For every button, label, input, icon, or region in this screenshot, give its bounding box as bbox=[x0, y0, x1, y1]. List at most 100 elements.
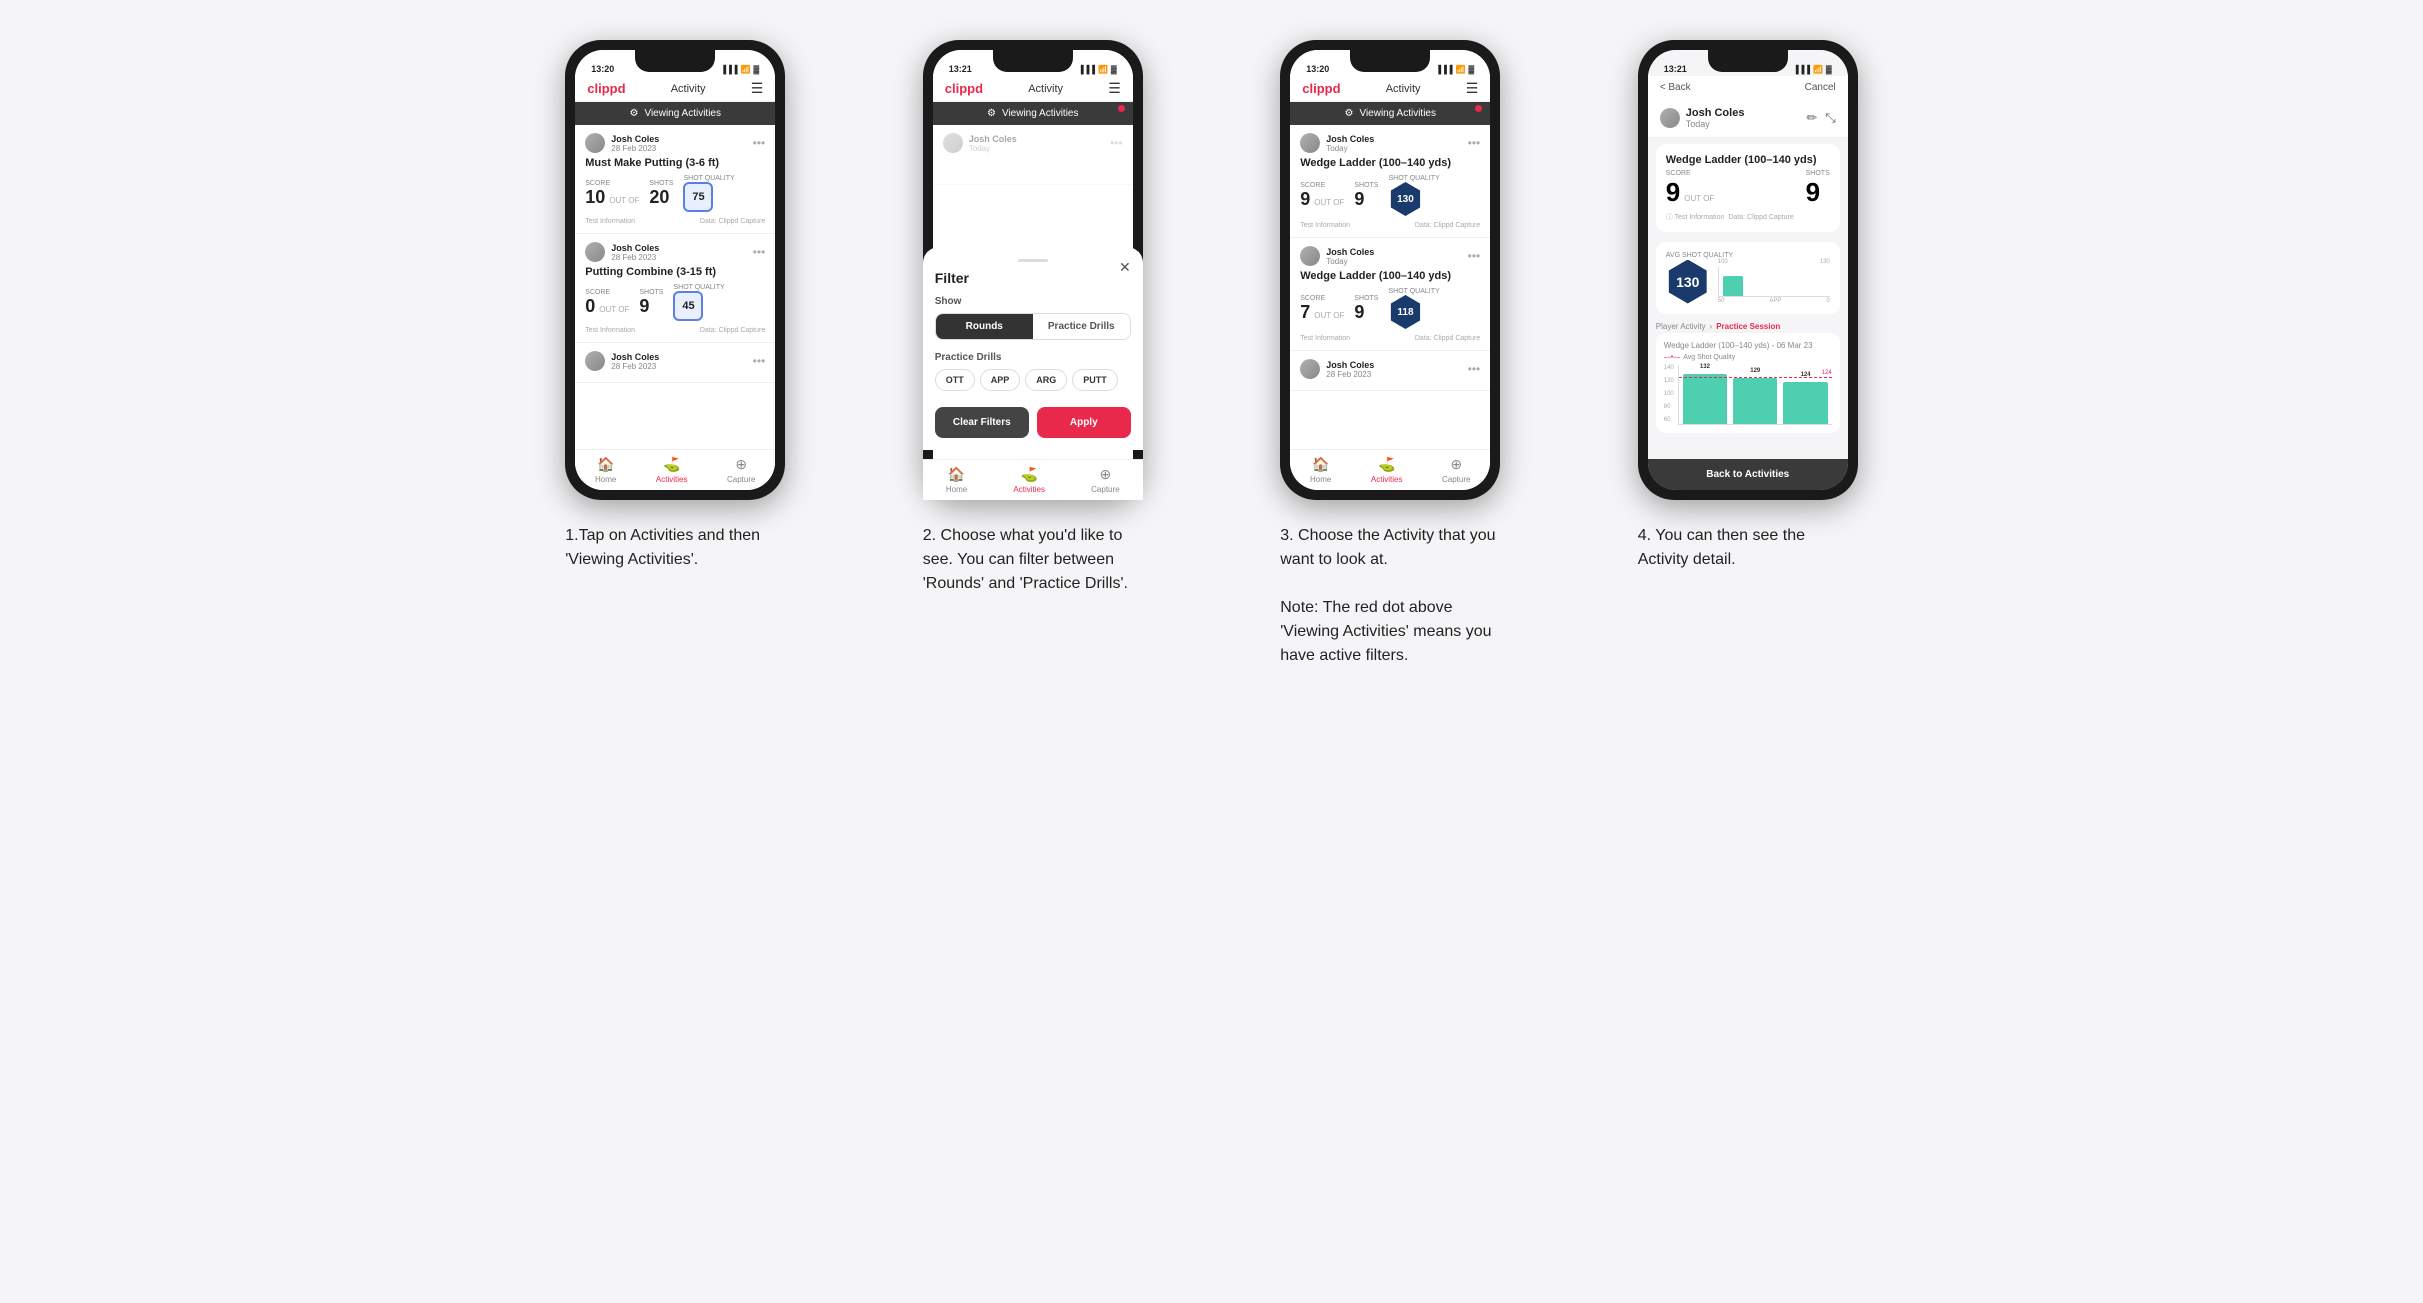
score-val-3-2: 7 bbox=[1300, 302, 1310, 323]
app-nav-2: clippd Activity ☰ bbox=[933, 76, 1133, 102]
stat-shots-1-2: Shots 9 bbox=[639, 289, 663, 317]
toggle-rounds[interactable]: Rounds bbox=[936, 314, 1033, 339]
user-date-3-1: Today bbox=[1326, 144, 1374, 153]
stat-sq-3-1: Shot Quality 130 bbox=[1388, 175, 1439, 216]
user-name-1-2: Josh Coles bbox=[611, 243, 659, 253]
nav-title-3: Activity bbox=[1386, 83, 1421, 95]
chip-ott[interactable]: OTT bbox=[935, 369, 975, 391]
nav-activities-3[interactable]: ⛳ Activities bbox=[1371, 456, 1403, 484]
signal-icon-2: ▐▐▐ bbox=[1078, 65, 1095, 74]
card-title-1-2: Putting Combine (3-15 ft) bbox=[585, 266, 765, 278]
sq-label-3-2: Shot Quality bbox=[1388, 288, 1439, 295]
modal-actions: Clear Filters Apply bbox=[935, 407, 1131, 438]
activities-icon-1: ⛳ bbox=[663, 456, 680, 473]
clear-filters-btn[interactable]: Clear Filters bbox=[935, 407, 1029, 438]
detail-user-date: Today bbox=[1686, 119, 1745, 129]
nav-home-label-3: Home bbox=[1310, 475, 1331, 484]
legend-label: Avg Shot Quality bbox=[1683, 354, 1735, 361]
nav-capture-1[interactable]: ⊕ Capture bbox=[727, 456, 755, 484]
viewing-banner-1[interactable]: ⚙ Viewing Activities bbox=[575, 102, 775, 125]
card-title-1-1: Must Make Putting (3-6 ft) bbox=[585, 157, 765, 169]
modal-close-btn[interactable]: ✕ bbox=[1119, 259, 1131, 276]
shots-label-3-2: Shots bbox=[1354, 295, 1378, 302]
nav-capture-2[interactable]: ⊕ Capture bbox=[1091, 466, 1119, 490]
home-icon-3: 🏠 bbox=[1312, 456, 1329, 473]
stat-score-1-2: Score 0 OUT OF bbox=[585, 289, 629, 317]
more-dots-1-2[interactable]: ••• bbox=[753, 245, 766, 259]
expand-icon[interactable]: ⤡ bbox=[1825, 110, 1835, 126]
caption-2: 2. Choose what you'd like to see. You ca… bbox=[923, 524, 1143, 596]
activity-card-3-1[interactable]: Josh Coles Today ••• Wedge Ladder (100–1… bbox=[1290, 125, 1490, 238]
nav-capture-3[interactable]: ⊕ Capture bbox=[1442, 456, 1470, 484]
edit-icon[interactable]: ✏ bbox=[1806, 110, 1817, 126]
activity-card-1-3: Josh Coles 28 Feb 2023 ••• bbox=[575, 343, 775, 383]
caption-1: 1.Tap on Activities and then 'Viewing Ac… bbox=[565, 524, 785, 572]
detail-score-section: Wedge Ladder (100–140 yds) Score 9 OUT O… bbox=[1656, 144, 1840, 232]
y100: 100 bbox=[1718, 259, 1728, 265]
more-dots-1-1[interactable]: ••• bbox=[753, 136, 766, 150]
toggle-practice-drills[interactable]: Practice Drills bbox=[1033, 314, 1130, 339]
player-activity-text: Player Activity bbox=[1656, 322, 1706, 331]
back-btn[interactable]: < Back bbox=[1660, 82, 1691, 93]
more-dots-1-3[interactable]: ••• bbox=[753, 354, 766, 368]
menu-icon-1[interactable]: ☰ bbox=[751, 80, 764, 97]
outof-1-2: OUT OF bbox=[599, 305, 629, 314]
user-info-3-2: Josh Coles Today bbox=[1300, 246, 1374, 266]
detail-shots-block: Shots 9 bbox=[1806, 170, 1830, 208]
back-to-activities-btn[interactable]: Back to Activities bbox=[1648, 459, 1848, 490]
chip-app[interactable]: APP bbox=[980, 369, 1021, 391]
banner-label-2: Viewing Activities bbox=[1002, 108, 1079, 119]
apply-btn[interactable]: Apply bbox=[1037, 407, 1131, 438]
more-dots-3-1[interactable]: ••• bbox=[1468, 136, 1481, 150]
app-nav-3: clippd Activity ☰ bbox=[1290, 76, 1490, 102]
status-icons-1: ▐▐▐ 📶 ▓ bbox=[720, 65, 759, 74]
avatar-3-2 bbox=[1300, 246, 1320, 266]
nav-activities-1[interactable]: ⛳ Activities bbox=[656, 456, 688, 484]
chip-arg[interactable]: ARG bbox=[1025, 369, 1067, 391]
cancel-btn[interactable]: Cancel bbox=[1805, 82, 1836, 93]
nav-home-1[interactable]: 🏠 Home bbox=[595, 456, 616, 484]
column-2: 13:21 ▐▐▐ 📶 ▓ clippd Activity ☰ ⚙ Vie bbox=[869, 40, 1197, 668]
detail-user-info: Josh Coles Today bbox=[1660, 107, 1745, 129]
filter-icon-2: ⚙ bbox=[987, 108, 996, 119]
nav-activities-2[interactable]: ⛳ Activities bbox=[1013, 466, 1045, 490]
avatar-1-3 bbox=[585, 351, 605, 371]
chart-container: 140 120 100 80 60 124 bbox=[1664, 365, 1832, 425]
filter-modal: ✕ Filter Show Rounds Practice Drills Pra… bbox=[933, 247, 1133, 450]
y-axis: 140 120 100 80 60 bbox=[1664, 365, 1674, 425]
wifi-icon-4: 📶 bbox=[1813, 65, 1823, 74]
column-4: 13:21 ▐▐▐ 📶 ▓ < Back Cancel bbox=[1584, 40, 1912, 668]
column-3: 13:20 ▐▐▐ 📶 ▓ clippd Activity ☰ ⚙ Vie bbox=[1227, 40, 1555, 668]
activity-card-1-2[interactable]: Josh Coles 28 Feb 2023 ••• Putting Combi… bbox=[575, 234, 775, 343]
score-label-3-2: Score bbox=[1300, 295, 1344, 302]
more-dots-3-2[interactable]: ••• bbox=[1468, 249, 1481, 263]
nav-home-3[interactable]: 🏠 Home bbox=[1310, 456, 1331, 484]
user-info-1-3: Josh Coles 28 Feb 2023 bbox=[585, 351, 659, 371]
status-icons-4: ▐▐▐ 📶 ▓ bbox=[1793, 65, 1832, 74]
stat-shots-3-2: Shots 9 bbox=[1354, 295, 1378, 323]
time-2: 13:21 bbox=[949, 64, 972, 74]
mini-chart: 100 130 50 APP 0 bbox=[1718, 259, 1830, 304]
phone-2-inner: 13:21 ▐▐▐ 📶 ▓ clippd Activity ☰ ⚙ Vie bbox=[933, 50, 1133, 490]
activity-card-3-2[interactable]: Josh Coles Today ••• Wedge Ladder (100–1… bbox=[1290, 238, 1490, 351]
phone-1-inner: 13:20 ▐▐▐ 📶 ▓ clippd Activity ☰ ⚙ Vie bbox=[575, 50, 775, 490]
viewing-banner-2[interactable]: ⚙ Viewing Activities bbox=[933, 102, 1133, 125]
score-label-1-1: Score bbox=[585, 180, 639, 187]
detail-score-block: Score 9 OUT OF bbox=[1666, 170, 1715, 208]
stat-sq-1-1: Shot Quality 75 bbox=[683, 175, 734, 212]
menu-icon-3[interactable]: ☰ bbox=[1466, 80, 1479, 97]
shots-val-1-2: 9 bbox=[639, 296, 663, 317]
nav-home-2[interactable]: 🏠 Home bbox=[946, 466, 967, 490]
bg-card-2: Josh Coles Today ••• bbox=[933, 125, 1133, 185]
phone-1: 13:20 ▐▐▐ 📶 ▓ clippd Activity ☰ ⚙ Vie bbox=[565, 40, 785, 500]
detail-user-name: Josh Coles bbox=[1686, 107, 1745, 119]
activity-card-1-1[interactable]: Josh Coles 28 Feb 2023 ••• Must Make Put… bbox=[575, 125, 775, 234]
menu-icon-2[interactable]: ☰ bbox=[1108, 80, 1121, 97]
y50: 50 bbox=[1718, 298, 1725, 304]
chip-putt[interactable]: PUTT bbox=[1072, 369, 1118, 391]
viewing-banner-3[interactable]: ⚙ Viewing Activities bbox=[1290, 102, 1490, 125]
footer1-1-2: Test Information bbox=[585, 327, 635, 334]
outof-3-2: OUT OF bbox=[1314, 311, 1344, 320]
avatar-1-2 bbox=[585, 242, 605, 262]
detail-outof-text: OUT OF bbox=[1684, 194, 1714, 203]
